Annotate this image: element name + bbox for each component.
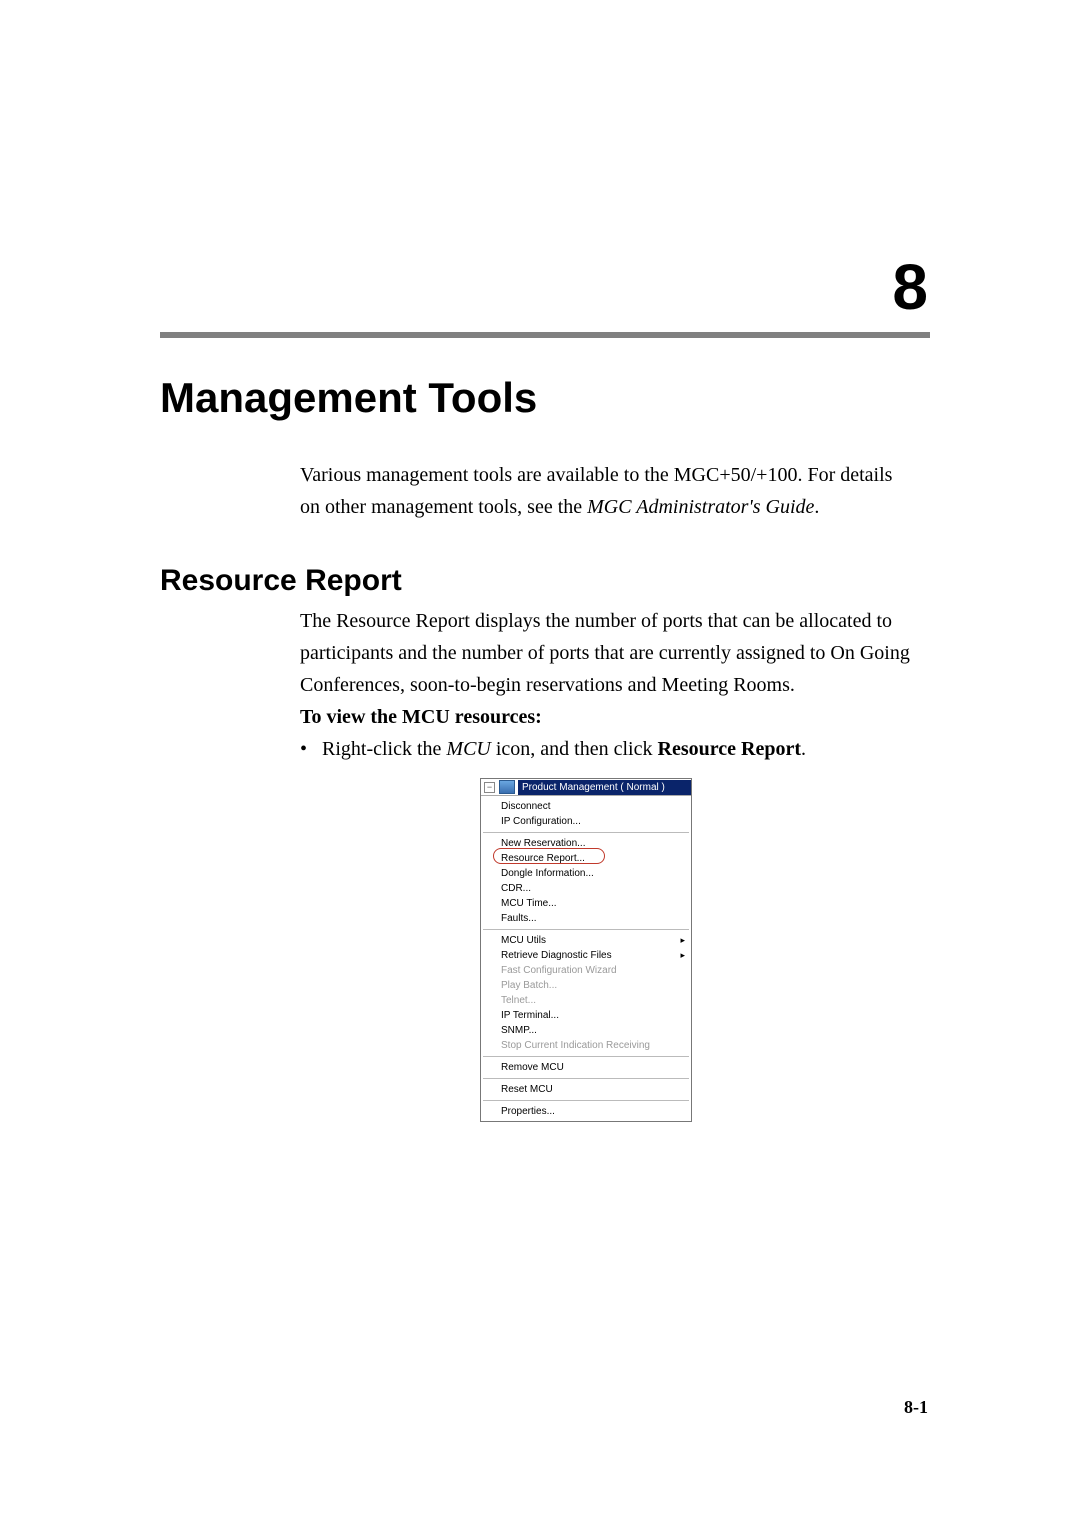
intro-paragraph: Various management tools are available t… (300, 462, 930, 520)
menu-item-retrieve-diagnostic-files[interactable]: Retrieve Diagnostic Files ▸ (481, 948, 691, 963)
bullet-text-c: icon, and then click (491, 738, 658, 760)
intro-guide-ref: MGC Administrator's Guide (587, 496, 814, 518)
section-body: The Resource Report displays the number … (300, 608, 930, 1122)
menu-item-stop-indication: Stop Current Indication Receiving (481, 1038, 691, 1053)
menu-item-snmp[interactable]: SNMP... (481, 1023, 691, 1038)
menu-item-dongle-information[interactable]: Dongle Information... (481, 866, 691, 881)
tree-collapse-icon[interactable]: − (484, 782, 495, 793)
context-menu-screenshot: − Product Management ( Normal ) Disconne… (480, 778, 692, 1122)
bullet-item: • Right-click the MCU icon, and then cli… (300, 736, 930, 762)
menu-item-remove-mcu[interactable]: Remove MCU (481, 1060, 691, 1075)
menu-item-faults[interactable]: Faults... (481, 911, 691, 926)
menu-item-fast-config-wizard: Fast Configuration Wizard (481, 963, 691, 978)
page-number: 8-1 (904, 1397, 928, 1418)
section-title-resource-report: Resource Report (160, 564, 930, 598)
bullet-text-resource-report: Resource Report (658, 738, 801, 760)
menu-item-label: Retrieve Diagnostic Files (501, 950, 612, 961)
menu-item-resource-report[interactable]: Resource Report... (481, 851, 691, 866)
tree-node-label: Product Management ( Normal ) (518, 780, 691, 795)
menu-item-cdr[interactable]: CDR... (481, 881, 691, 896)
bullet-text-mcu: MCU (446, 738, 490, 760)
menu-item-properties[interactable]: Properties... (481, 1104, 691, 1119)
chapter-number: 8 (160, 250, 928, 324)
chapter-rule (160, 332, 930, 338)
menu-item-play-batch: Play Batch... (481, 978, 691, 993)
bullet-dot-icon: • (300, 736, 322, 762)
menu-separator (483, 1056, 689, 1057)
menu-item-ip-terminal[interactable]: IP Terminal... (481, 1008, 691, 1023)
bullet-text-e: . (801, 738, 806, 760)
intro-line-2c: . (814, 496, 819, 518)
chapter-title: Management Tools (160, 374, 930, 422)
menu-item-label: New Reservation... (501, 838, 585, 849)
menu-item-ip-configuration[interactable]: IP Configuration... (481, 814, 691, 829)
menu-item-disconnect[interactable]: Disconnect (481, 799, 691, 814)
menu-item-mcu-time[interactable]: MCU Time... (481, 896, 691, 911)
tree-node-selected[interactable]: − Product Management ( Normal ) (481, 779, 691, 795)
menu-item-new-reservation[interactable]: New Reservation... (481, 836, 691, 851)
para-line-1: The Resource Report displays the number … (300, 608, 930, 634)
menu-separator (483, 832, 689, 833)
intro-line-1: Various management tools are available t… (300, 464, 892, 486)
menu-separator (483, 1100, 689, 1101)
submenu-arrow-icon: ▸ (680, 935, 685, 947)
menu-separator (483, 1078, 689, 1079)
menu-item-label: MCU Utils (501, 935, 546, 946)
bullet-text-a: Right-click the (322, 738, 446, 760)
menu-item-reset-mcu[interactable]: Reset MCU (481, 1082, 691, 1097)
context-menu: Disconnect IP Configuration... New Reser… (481, 795, 691, 1121)
menu-item-label: Resource Report... (501, 853, 585, 864)
menu-item-telnet: Telnet... (481, 993, 691, 1008)
subhead-view-mcu-resources: To view the MCU resources: (300, 704, 930, 730)
menu-separator (483, 929, 689, 930)
submenu-arrow-icon: ▸ (680, 950, 685, 962)
menu-item-mcu-utils[interactable]: MCU Utils ▸ (481, 933, 691, 948)
intro-line-2a: on other management tools, see the (300, 496, 587, 518)
mcu-icon[interactable] (499, 780, 515, 794)
para-line-3: Conferences, soon-to-begin reservations … (300, 672, 930, 698)
para-line-2: participants and the number of ports tha… (300, 640, 930, 666)
